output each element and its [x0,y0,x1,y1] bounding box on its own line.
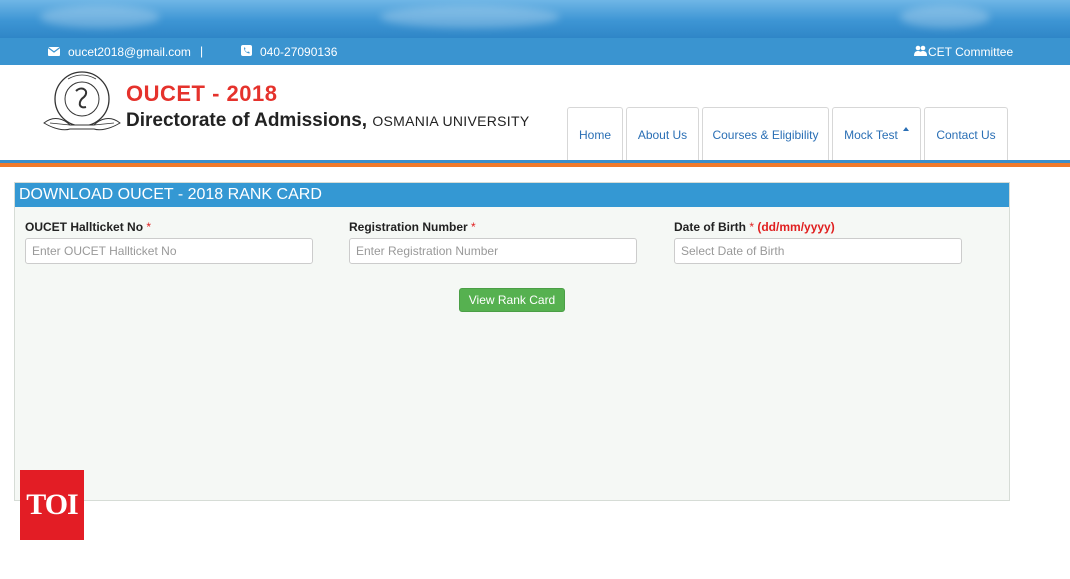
brand-subtitle-main: Directorate of Admissions, [126,110,368,131]
hallticket-label: OUCET Hallticket No * [25,220,151,234]
page: oucet2018@gmail.com | 040-27090136 CET C… [0,0,1070,579]
cet-committee-link[interactable]: CET Committee [914,45,1013,59]
brand-subtitle-university: OSMANIA UNIVERSITY [372,113,530,129]
nav-home[interactable]: Home [567,107,623,161]
banner-glow [40,6,160,28]
banner-glow [900,6,990,28]
nav-about-us[interactable]: About Us [626,107,699,161]
nav-home-label: Home [578,127,611,142]
banner-glow [380,6,560,28]
required-mark: * [471,220,476,234]
email-link[interactable]: oucet2018@gmail.com [47,45,191,59]
brand-subtitle: Directorate of Admissions, OSMANIA UNIVE… [126,110,529,132]
nav-mock-test[interactable]: Mock Test [832,107,921,161]
brand-title: OUCET - 2018 [126,81,278,106]
dob-label: Date of Birth * (dd/mm/yyyy) [674,220,835,234]
toi-watermark-logo: TOI [20,470,84,540]
contact-bar: oucet2018@gmail.com | 040-27090136 CET C… [0,38,1070,65]
date-of-birth-input[interactable] [674,238,962,264]
registration-number-input[interactable] [349,238,637,264]
view-rank-card-button[interactable]: View Rank Card [459,288,565,312]
nav-about-us-label: About Us [637,127,688,142]
phone-icon [241,45,252,59]
rank-card-panel: DOWNLOAD OUCET - 2018 RANK CARD OUCET Ha… [14,182,1010,501]
hallticket-input[interactable] [25,238,313,264]
required-mark: * [749,220,755,234]
dob-format-hint: (dd/mm/yyyy) [757,220,835,234]
toi-watermark-text: TOI [26,488,78,521]
nav-contact-us-label: Contact Us [936,127,996,142]
dob-label-text: Date of Birth [674,220,746,234]
header-divider-orange [0,163,1070,167]
osmania-university-seal-logo [43,71,121,131]
cet-committee-text: CET Committee [928,45,1014,59]
nav-contact-us[interactable]: Contact Us [924,107,1008,161]
registration-label-text: Registration Number [349,220,468,234]
nav-mock-test-label: Mock Test [844,127,898,142]
email-text: oucet2018@gmail.com [68,45,191,59]
envelope-icon [47,45,61,59]
caret-up-icon [902,126,909,131]
hallticket-label-text: OUCET Hallticket No [25,220,144,234]
phone-text: 040-27090136 [260,45,338,59]
site-header: OUCET - 2018 Directorate of Admissions, … [0,65,1070,161]
nav-courses-eligibility[interactable]: Courses & Eligibility [702,107,829,161]
nav-courses-eligibility-label: Courses & Eligibility [712,127,819,142]
contact-separator: | [200,44,204,58]
phone-link[interactable]: 040-27090136 [241,45,337,59]
top-banner [0,0,1070,38]
required-mark: * [146,220,152,234]
users-icon [914,45,927,59]
registration-label: Registration Number * [349,220,476,234]
panel-heading: DOWNLOAD OUCET - 2018 RANK CARD [15,183,1009,207]
